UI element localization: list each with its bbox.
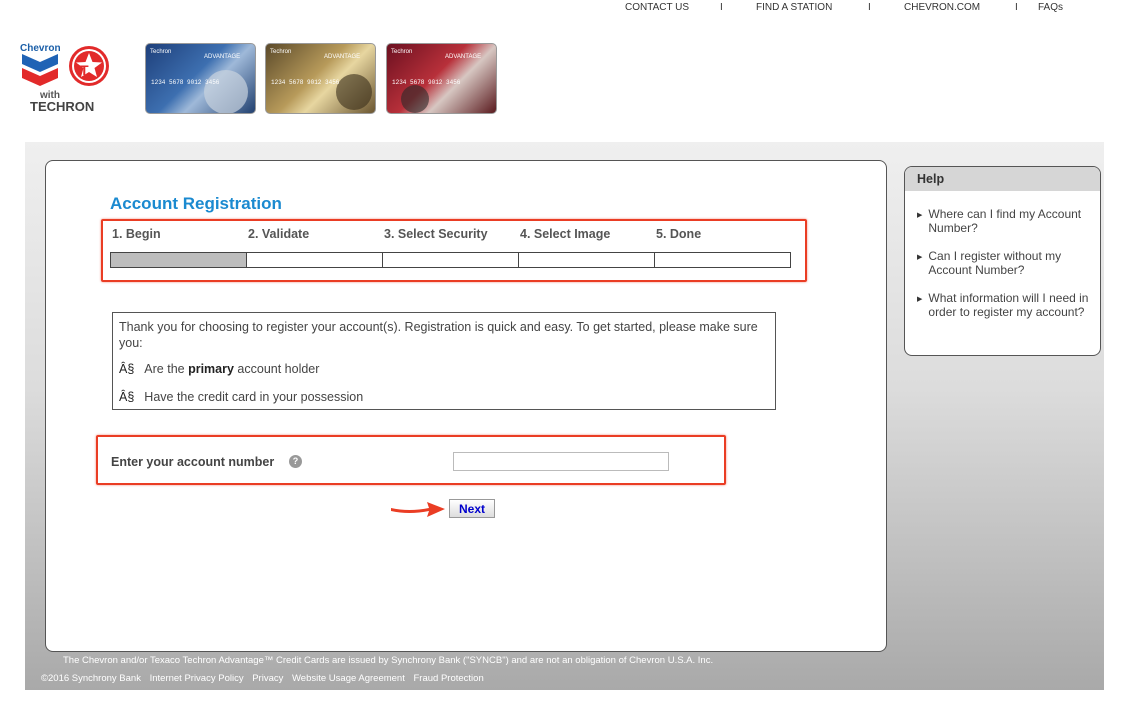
bullet-text: account holder	[233, 362, 320, 376]
bullet-card-possession: Â§ Have the credit card in your possessi…	[119, 389, 769, 405]
red-arrow-icon	[391, 502, 445, 517]
registration-panel: Account Registration 1. Begin 2. Validat…	[45, 160, 887, 652]
help-item[interactable]: ▶ Where can I find my Account Number?	[917, 207, 1092, 235]
footer-disclaimer: The Chevron and/or Texaco Techron Advant…	[63, 655, 714, 666]
intro-text: Thank you for choosing to register your …	[119, 320, 758, 350]
fraud-protection-link[interactable]: Fraud Protection	[414, 673, 484, 684]
triangle-bullet-icon: ▶	[917, 296, 923, 303]
highlight-box-steps	[101, 219, 807, 282]
help-box: Help ▶ Where can I find my Account Number…	[904, 166, 1101, 356]
privacy-link[interactable]: Privacy	[252, 673, 283, 684]
copyright-text: ©2016 Synchrony Bank	[41, 673, 141, 684]
help-link[interactable]: Where can I find my Account Number?	[928, 207, 1092, 235]
card-art: Techron ADVANTAGE 1234 5678 9012 3456	[270, 49, 372, 110]
bullet-glyph: Â§	[119, 362, 135, 376]
triangle-bullet-icon: ▶	[917, 212, 923, 219]
svg-text:Techron: Techron	[391, 49, 412, 55]
help-item[interactable]: ▶ Can I register without my Account Numbe…	[917, 249, 1092, 277]
card-art: Techron ADVANTAGE 1234 5678 9012 3456	[150, 49, 248, 113]
svg-text:T: T	[80, 62, 89, 78]
card-image-blue: Techron ADVANTAGE 1234 5678 9012 3456	[145, 43, 256, 114]
bullet-bold-text: primary	[188, 362, 234, 376]
svg-text:ADVANTAGE: ADVANTAGE	[204, 54, 240, 60]
intro-box: Thank you for choosing to register your …	[112, 312, 776, 410]
svg-text:Techron: Techron	[270, 49, 291, 55]
nav-separator: I	[720, 2, 723, 13]
help-title: Help	[905, 167, 1100, 191]
highlight-box-account	[96, 435, 726, 485]
contact-us-link[interactable]: CONTACT US	[625, 2, 689, 13]
svg-text:Chevron: Chevron	[20, 43, 61, 54]
help-link[interactable]: What information will I need in order to…	[928, 291, 1092, 319]
svg-text:1234 5678 9012 3456: 1234 5678 9012 3456	[271, 79, 340, 86]
bullet-glyph: Â§	[119, 390, 135, 404]
page-title: Account Registration	[110, 194, 282, 213]
nav-separator: I	[1015, 2, 1018, 13]
chevron-texaco-logo[interactable]: Chevron T with TECHRON	[18, 40, 118, 120]
footer-links: ©2016 Synchrony Bank Internet Privacy Po…	[41, 673, 490, 684]
bullet-text: Are the	[144, 362, 189, 376]
help-link[interactable]: Can I register without my Account Number…	[928, 249, 1092, 277]
svg-text:ADVANTAGE: ADVANTAGE	[445, 54, 481, 60]
internet-privacy-policy-link[interactable]: Internet Privacy Policy	[150, 673, 244, 684]
nav-separator: I	[868, 2, 871, 13]
svg-text:ADVANTAGE: ADVANTAGE	[324, 54, 360, 60]
svg-text:Techron: Techron	[150, 49, 171, 55]
help-item[interactable]: ▶ What information will I need in order t…	[917, 291, 1092, 319]
card-image-red: Techron ADVANTAGE 1234 5678 9012 3456	[386, 43, 497, 114]
svg-text:1234 5678 9012 3456: 1234 5678 9012 3456	[151, 79, 220, 86]
logo-icon: Chevron T with TECHRON	[20, 43, 109, 114]
top-nav: CONTACT US I FIND A STATION I CHEVRON.CO…	[0, 0, 1137, 18]
svg-text:1234 5678 9012 3456: 1234 5678 9012 3456	[392, 79, 461, 86]
help-list: ▶ Where can I find my Account Number? ▶ Ca…	[905, 191, 1100, 319]
card-image-gold: Techron ADVANTAGE 1234 5678 9012 3456	[265, 43, 376, 114]
bullet-primary-holder: Â§ Are the primary account holder	[119, 361, 769, 377]
faqs-link[interactable]: FAQs	[1038, 2, 1063, 13]
triangle-bullet-icon: ▶	[917, 254, 923, 261]
website-usage-agreement-link[interactable]: Website Usage Agreement	[292, 673, 405, 684]
card-art: Techron ADVANTAGE 1234 5678 9012 3456	[391, 49, 481, 113]
find-station-link[interactable]: FIND A STATION	[756, 2, 832, 13]
svg-text:TECHRON: TECHRON	[30, 99, 94, 114]
next-button[interactable]: Next	[449, 499, 495, 518]
chevron-com-link[interactable]: CHEVRON.COM	[904, 2, 980, 13]
bullet-text: Have the credit card in your possession	[144, 390, 364, 404]
